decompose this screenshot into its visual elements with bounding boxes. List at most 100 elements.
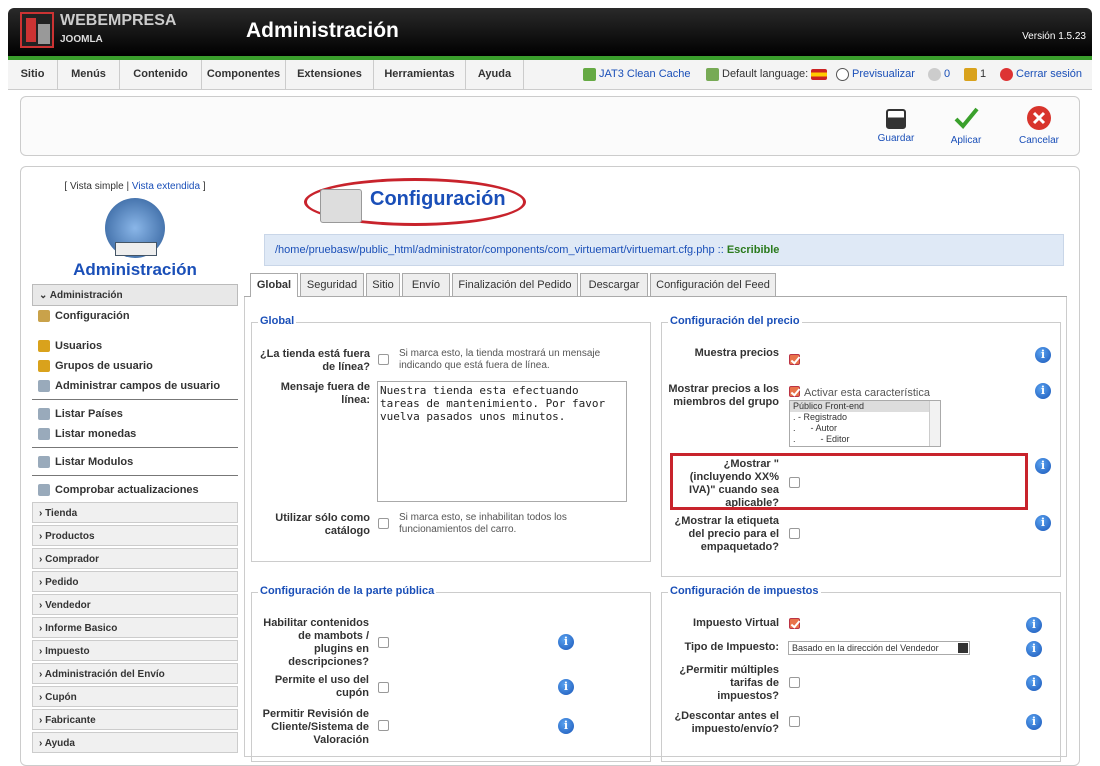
sidebar-item-label: Listar monedas <box>55 428 137 440</box>
discount-tax-checkbox[interactable] <box>789 716 800 727</box>
sidebar-item-label: Usuarios <box>55 340 103 352</box>
tab-envio[interactable]: Envío <box>402 273 450 296</box>
sidebar-section-informe[interactable]: › Informe Basico <box>32 617 238 638</box>
mambots-label: Habilitar contenidos de mambots / plugin… <box>263 617 369 668</box>
messages-icon <box>928 67 941 81</box>
sidebar-section-tienda[interactable]: › Tienda <box>32 502 238 523</box>
sidebar-section-envio[interactable]: › Administración del Envío <box>32 663 238 684</box>
info-icon[interactable]: i <box>1035 383 1051 399</box>
sidebar-section-cupon[interactable]: › Cupón <box>32 686 238 707</box>
cancel-button[interactable]: Cancelar <box>1009 105 1069 146</box>
tab-global[interactable]: Global <box>250 273 298 297</box>
logout-link[interactable]: Cerrar sesión <box>1000 60 1082 89</box>
brand-sub: JOOMLA <box>60 34 103 45</box>
sidebar-head-administracion[interactable]: ⌄ Administración <box>32 284 238 306</box>
mambots-checkbox[interactable] <box>378 637 389 648</box>
sidebar-item-configuracion[interactable]: Configuración <box>32 306 238 326</box>
sidebar-item-usuarios[interactable]: Usuarios <box>32 336 238 356</box>
user-groups-list[interactable]: Público Front-end . - Registrado . - Aut… <box>789 400 941 447</box>
multi-tax-checkbox[interactable] <box>789 677 800 688</box>
dropdown-arrow-icon <box>958 643 968 653</box>
sidebar-item-label: Listar Países <box>55 408 123 420</box>
group-option[interactable]: . - Autor <box>790 423 940 434</box>
sidebar-section-ayuda[interactable]: › Ayuda <box>32 732 238 753</box>
menu-sitio[interactable]: Sitio <box>8 60 58 89</box>
preview-label: Previsualizar <box>852 68 915 80</box>
apply-button[interactable]: Aplicar <box>936 105 996 146</box>
sidebar-section-fabricante[interactable]: › Fabricante <box>32 709 238 730</box>
sidebar-section-productos[interactable]: › Productos <box>32 525 238 546</box>
menu-extensiones[interactable]: Extensiones <box>286 60 374 89</box>
webempresa-logo <box>20 12 54 48</box>
menu-herramientas[interactable]: Herramientas <box>374 60 466 89</box>
divider <box>32 447 238 448</box>
tools-icon <box>38 310 50 323</box>
info-icon[interactable]: i <box>1035 458 1051 474</box>
group-option[interactable]: Público Front-end <box>790 401 940 412</box>
sidebar-section-pedido[interactable]: › Pedido <box>32 571 238 592</box>
info-icon[interactable]: i <box>558 679 574 695</box>
show-packaging-label: ¿Mostrar la etiqueta del precio para el … <box>674 515 779 553</box>
list-scrollbar[interactable] <box>929 401 940 446</box>
tab-finalizacion[interactable]: Finalización del Pedido <box>452 273 578 296</box>
preview-link[interactable]: Previsualizar <box>836 60 915 89</box>
tab-feed[interactable]: Configuración del Feed <box>650 273 776 296</box>
info-icon[interactable]: i <box>1026 675 1042 691</box>
review-checkbox[interactable] <box>378 720 389 731</box>
info-icon[interactable]: i <box>1026 617 1042 633</box>
tab-sitio[interactable]: Sitio <box>366 273 400 296</box>
sidebar-section-vendedor[interactable]: › Vendedor <box>32 594 238 615</box>
sidebar-item-modulos[interactable]: Listar Modulos <box>32 452 238 472</box>
group-option[interactable]: . - Editor <box>790 434 940 445</box>
sidebar-item-grupos[interactable]: Grupos de usuario <box>32 356 238 376</box>
catalog-checkbox[interactable] <box>378 518 389 529</box>
default-language: Default language: <box>706 60 830 89</box>
save-button[interactable]: Guardar <box>866 105 926 144</box>
info-icon[interactable]: i <box>1035 347 1051 363</box>
toolbar: Guardar Aplicar Cancelar <box>20 96 1080 156</box>
jat3-cache-link[interactable]: JAT3 Clean Cache <box>583 60 691 89</box>
users-value: 1 <box>980 68 987 80</box>
coupon-checkbox[interactable] <box>378 682 389 693</box>
menu-menus[interactable]: Menús <box>58 60 120 89</box>
sidebar-section-impuesto[interactable]: › Impuesto <box>32 640 238 661</box>
offline-message-input[interactable]: Nuestra tienda esta efectuando tareas de… <box>377 381 627 502</box>
sidebar-item-actualizaciones[interactable]: Comprobar actualizaciones <box>32 480 238 500</box>
members-enable-label: Activar esta característica <box>804 387 930 399</box>
view-extended-link[interactable]: Vista extendida <box>132 181 200 192</box>
menu-ayuda[interactable]: Ayuda <box>466 60 524 89</box>
users-icon <box>38 340 50 353</box>
sidebar-item-label: Comprobar actualizaciones <box>55 484 199 496</box>
info-icon[interactable]: i <box>558 634 574 650</box>
sidebar-item-campos[interactable]: Administrar campos de usuario <box>32 376 238 396</box>
section-label: Impuesto <box>45 646 90 657</box>
group-option[interactable]: . - Registrado <box>790 412 940 423</box>
info-icon[interactable]: i <box>1026 714 1042 730</box>
info-icon[interactable]: i <box>1035 515 1051 531</box>
global-legend: Global <box>258 315 297 327</box>
sidebar-section-comprador[interactable]: › Comprador <box>32 548 238 569</box>
menu-componentes[interactable]: Componentes <box>202 60 286 89</box>
sidebar-item-label: Configuración <box>55 310 130 322</box>
cancel-label: Cancelar <box>1018 135 1060 146</box>
users-count[interactable]: 1 <box>964 60 986 89</box>
sidebar-item-monedas[interactable]: Listar monedas <box>32 424 238 444</box>
tax-type-select[interactable]: Basado en la dirección del Vendedor <box>788 641 970 655</box>
logout-icon <box>1000 67 1013 81</box>
offline-checkbox[interactable] <box>378 354 389 365</box>
sidebar-item-paises[interactable]: Listar Países <box>32 404 238 424</box>
show-packaging-checkbox[interactable] <box>789 528 800 539</box>
show-prices-checkbox[interactable] <box>789 354 800 365</box>
sidebar: [ Vista simple | Vista extendida ] Admin… <box>32 177 238 757</box>
messages-count[interactable]: 0 <box>928 60 950 89</box>
virtual-tax-checkbox[interactable] <box>789 618 800 629</box>
info-icon[interactable]: i <box>558 718 574 734</box>
tab-seguridad[interactable]: Seguridad <box>300 273 364 296</box>
multi-tax-label: ¿Permitir múltiples tarifas de impuestos… <box>679 664 779 702</box>
view-simple[interactable]: [ Vista simple | <box>64 181 129 192</box>
menu-contenido[interactable]: Contenido <box>120 60 202 89</box>
info-icon[interactable]: i <box>1026 641 1042 657</box>
tab-descargar[interactable]: Descargar <box>580 273 648 296</box>
section-label: Fabricante <box>45 715 96 726</box>
members-enable-checkbox[interactable] <box>789 386 800 397</box>
